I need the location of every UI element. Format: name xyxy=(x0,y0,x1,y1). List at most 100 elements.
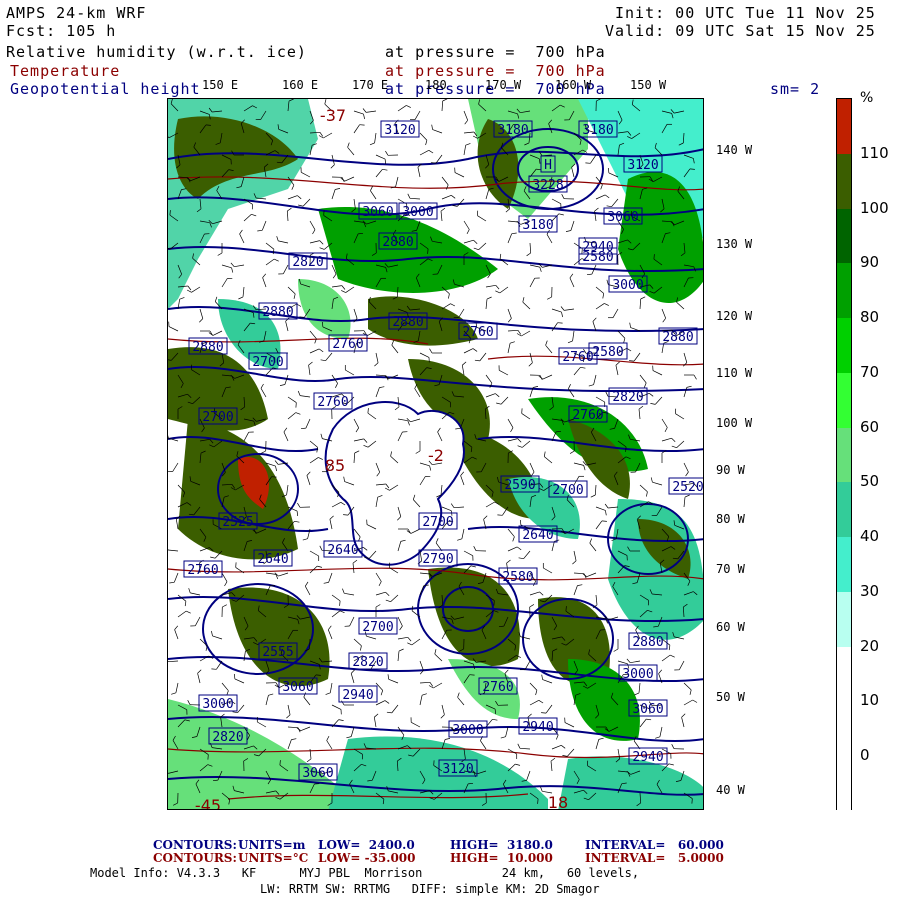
height-label: 2640 xyxy=(522,528,553,543)
wind-barb-flag xyxy=(640,296,646,300)
wind-barb xyxy=(463,220,470,230)
wind-barb xyxy=(388,678,399,684)
wind-barb xyxy=(570,220,575,231)
wind-barb-flag xyxy=(539,591,544,596)
wind-barb-flag xyxy=(384,159,387,165)
wind-barb-flag xyxy=(378,581,382,587)
init-time: Init: 00 UTC Tue 11 Nov 25 xyxy=(615,4,876,22)
height-label: 2590 xyxy=(504,478,535,493)
wind-barb xyxy=(551,322,558,332)
wind-barb-flag xyxy=(360,645,362,651)
wind-barb xyxy=(485,393,496,398)
lat-label: 50 W xyxy=(716,690,745,704)
wind-barb-flag xyxy=(324,99,327,105)
wind-barb-flag xyxy=(668,763,674,766)
wind-barb xyxy=(353,124,360,134)
wind-barb-flag xyxy=(319,247,325,250)
wind-barb xyxy=(652,370,663,376)
wind-barb-flag xyxy=(296,511,299,517)
wind-barb xyxy=(194,616,201,626)
wind-barb xyxy=(375,572,382,582)
wind-barb-flag xyxy=(230,262,235,267)
wind-barb xyxy=(571,167,575,178)
wind-barb xyxy=(595,286,604,294)
wind-barb-flag xyxy=(406,105,411,108)
wind-barb-flag xyxy=(427,248,429,254)
wind-barb-flag xyxy=(347,142,350,148)
wind-barb-flag xyxy=(434,649,437,655)
wind-barb-flag xyxy=(320,359,326,362)
wind-barb-flag xyxy=(671,744,675,749)
lat-label: 120 W xyxy=(716,309,753,323)
wind-barb-flag xyxy=(384,700,390,704)
wind-barb-flag xyxy=(604,503,609,509)
wind-barb xyxy=(287,726,299,729)
height-label: 2760 xyxy=(462,325,493,340)
wind-barb-flag xyxy=(560,306,565,311)
height-label: 3060 xyxy=(302,766,333,781)
wind-barb xyxy=(331,610,341,618)
wind-barb xyxy=(287,396,297,403)
wind-barb-flag xyxy=(188,588,191,594)
wind-barb xyxy=(419,695,423,706)
wind-barb-flag xyxy=(582,573,587,577)
wind-barb-flag xyxy=(543,451,546,457)
wind-barb xyxy=(639,298,642,310)
wind-barb-flag xyxy=(601,520,607,522)
wind-barb xyxy=(683,682,692,691)
wind-barb-flag xyxy=(385,591,390,596)
wind-barb xyxy=(478,242,487,250)
wind-barb xyxy=(309,440,318,448)
wind-barb-flag xyxy=(211,630,213,636)
wind-barb xyxy=(529,462,535,473)
wind-barb-flag xyxy=(319,545,323,551)
wind-barb-flag xyxy=(598,737,604,740)
wind-barb xyxy=(655,396,663,405)
wind-barb-flag xyxy=(302,538,308,541)
wind-barb xyxy=(304,586,311,596)
wind-barb-flag xyxy=(306,471,311,476)
wind-barb xyxy=(287,739,292,750)
wind-barb xyxy=(352,563,355,574)
wind-barb xyxy=(683,462,689,473)
wind-barb-flag xyxy=(429,348,433,354)
wind-barb-flag xyxy=(169,210,171,216)
wind-barb xyxy=(349,616,355,627)
wind-barb-flag xyxy=(352,559,358,564)
wind-barb-flag xyxy=(440,207,446,212)
wind-barb-flag xyxy=(505,208,510,213)
wind-barb-flag xyxy=(572,560,577,565)
wind-barb-flag xyxy=(671,445,677,449)
wind-barb-flag xyxy=(431,124,433,130)
height-label: 2640 xyxy=(257,552,288,567)
wind-barb-flag xyxy=(205,124,211,126)
wind-barb xyxy=(505,726,509,737)
colorbar-segment xyxy=(837,318,851,374)
wind-barb xyxy=(350,726,355,737)
wind-barb-flag xyxy=(325,692,331,695)
wind-barb xyxy=(529,591,540,596)
wind-barb-flag xyxy=(465,143,471,146)
colorbar-segment xyxy=(837,427,851,483)
wind-barb-flag xyxy=(187,700,191,705)
wind-barb xyxy=(480,740,487,750)
height-label: 3000 xyxy=(402,205,433,220)
wind-barb xyxy=(545,704,553,714)
wind-barb xyxy=(500,396,509,405)
wind-barb xyxy=(414,110,421,120)
wind-barb xyxy=(441,506,452,512)
wind-barb xyxy=(499,369,509,376)
wind-barb-flag xyxy=(272,249,275,255)
wind-barb xyxy=(327,629,333,640)
wind-barb-flag xyxy=(379,386,385,388)
height-label: 3000 xyxy=(612,278,643,293)
height-label: 3120 xyxy=(442,762,473,777)
wind-barb xyxy=(507,418,514,428)
wind-barb-flag xyxy=(486,296,492,300)
wind-barb-flag xyxy=(184,601,187,607)
wind-barb xyxy=(397,636,408,640)
wind-barb-flag xyxy=(517,445,523,448)
wind-barb xyxy=(221,682,229,691)
wind-barb xyxy=(265,695,269,706)
wind-barb-flag xyxy=(442,99,448,102)
